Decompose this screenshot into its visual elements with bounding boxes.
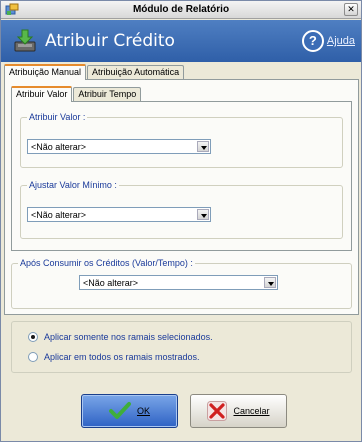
radio-button-checked[interactable] — [28, 332, 38, 342]
chevron-down-icon[interactable] — [197, 209, 209, 220]
ajustar-valor-minimo-legend: Ajustar Valor Mínimo : — [27, 180, 119, 190]
ok-label: OK — [136, 406, 150, 416]
tab-atribuicao-automatica[interactable]: Atribuição Automática — [87, 65, 185, 79]
header-title: Atribuir Crédito — [45, 31, 175, 51]
close-button[interactable]: ✕ — [344, 3, 358, 16]
help-label: Ajuda — [326, 35, 355, 47]
cancel-label: Cancelar — [233, 406, 270, 416]
cancel-x-icon — [207, 401, 228, 421]
dialog-window: Módulo de Relatório ✕ Atribuir Crédito ?… — [0, 0, 362, 442]
atribuir-valor-select[interactable]: <Não alterar> — [27, 139, 211, 154]
outer-tab-strip: Atribuição Manual Atribuição Automática — [4, 64, 185, 80]
apos-consumir-select[interactable]: <Não alterar> — [79, 275, 278, 290]
cancel-button[interactable]: Cancelar — [190, 394, 287, 428]
radio-aplicar-selecionados[interactable]: Aplicar somente nos ramais selecionados. — [28, 332, 213, 342]
help-icon: ? — [301, 30, 324, 52]
help-button[interactable]: ? Ajuda — [301, 29, 355, 53]
tab-atribuir-tempo[interactable]: Atribuir Tempo — [73, 87, 142, 101]
radio-aplicar-todos-label: Aplicar em todos os ramais mostrados. — [44, 352, 200, 362]
title-bar[interactable]: Módulo de Relatório ✕ — [1, 1, 361, 19]
inner-tab-strip: Atribuir Valor Atribuir Tempo — [11, 86, 142, 102]
ajustar-valor-minimo-value: <Não alterar> — [31, 210, 87, 220]
window-title: Módulo de Relatório — [132, 4, 230, 15]
tab-atribuicao-manual[interactable]: Atribuição Manual — [4, 64, 87, 80]
download-tray-icon — [14, 29, 36, 52]
apos-consumir-value: <Não alterar> — [83, 278, 139, 288]
dialog-header: Atribuir Crédito ? Ajuda — [1, 20, 361, 62]
ajustar-valor-minimo-select[interactable]: <Não alterar> — [27, 207, 211, 222]
checkmark-icon — [108, 402, 131, 419]
tab-atribuir-valor[interactable]: Atribuir Valor — [11, 86, 73, 102]
atribuir-valor-value: <Não alterar> — [31, 142, 87, 152]
radio-button-unchecked[interactable] — [28, 352, 38, 362]
scope-options-group — [11, 321, 352, 373]
radio-aplicar-todos[interactable]: Aplicar em todos os ramais mostrados. — [28, 352, 200, 362]
apos-consumir-legend: Após Consumir os Créditos (Valor/Tempo) … — [18, 258, 195, 268]
radio-aplicar-selecionados-label: Aplicar somente nos ramais selecionados. — [44, 332, 213, 342]
ok-button[interactable]: OK — [81, 394, 178, 428]
atribuir-valor-legend: Atribuir Valor : — [27, 112, 88, 122]
chevron-down-icon[interactable] — [264, 277, 276, 288]
chevron-down-icon[interactable] — [197, 141, 209, 152]
